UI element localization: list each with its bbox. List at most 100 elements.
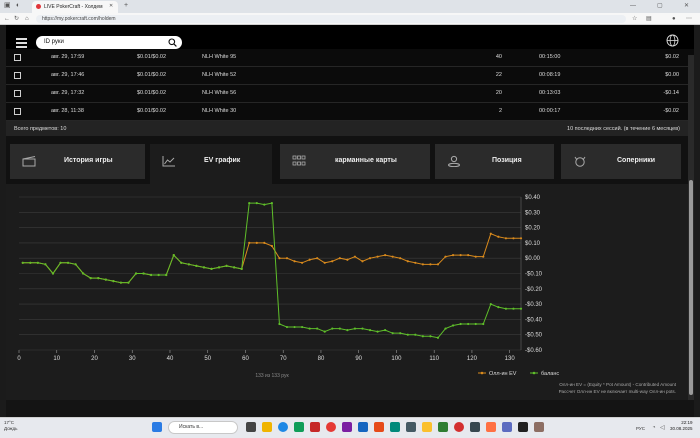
series-point-0 [263, 241, 266, 244]
series-point-0 [429, 263, 432, 266]
app-icon-brown[interactable] [534, 422, 544, 432]
series-point-0 [308, 258, 311, 261]
edge-browser-icon[interactable] [278, 422, 288, 432]
series-point-1 [210, 267, 213, 271]
tab-pocket-cards[interactable]: карманные карты [280, 144, 430, 179]
taskbar-search-input[interactable]: Искать в... [168, 421, 238, 434]
hand-id-search-input[interactable]: ID руки [36, 36, 182, 49]
app-icon-circle[interactable] [454, 422, 464, 432]
refresh-icon[interactable]: ↻ [14, 15, 19, 23]
session-result: $0.02 [665, 54, 679, 60]
tab-ev-graph[interactable]: EV график [150, 144, 272, 184]
volume-icon[interactable]: ◁ [660, 424, 665, 432]
app-icon-teal[interactable] [390, 422, 400, 432]
wifi-icon[interactable]: ◔ [652, 424, 656, 432]
row-checkbox[interactable] [14, 72, 21, 79]
app-icon-orange[interactable] [374, 422, 384, 432]
profile-icon[interactable]: ● [672, 15, 676, 23]
app-icon-purple[interactable] [342, 422, 352, 432]
session-hands: 22 [495, 72, 502, 78]
tab-game-history[interactable]: История игры [10, 144, 145, 179]
series-point-1 [368, 329, 372, 332]
series-point-0 [346, 258, 349, 261]
url-field[interactable]: https://my.pokercraft.com/holdem [36, 15, 626, 23]
globe-icon[interactable] [666, 34, 679, 47]
session-stakes: $0.01/$0.02 [137, 54, 167, 60]
series-point-1 [104, 278, 107, 281]
browser-menu-icon[interactable]: ▣ [4, 2, 11, 10]
row-checkbox[interactable] [14, 108, 21, 115]
total-items-label: Всего предметов: 10 [14, 126, 67, 132]
x-tick-label: 50 [204, 356, 211, 362]
start-button-icon[interactable] [152, 422, 162, 432]
session-row[interactable]: авг. 28, 11:38 $0.01/$0.02 NLH White 30 2 00… [6, 103, 694, 121]
system-clock[interactable]: 22:19 30.08.2025 [670, 420, 693, 432]
series-point-0 [459, 254, 462, 257]
minimize-icon[interactable]: — [630, 2, 636, 10]
hamburger-menu-icon[interactable] [16, 37, 27, 48]
series-point-1 [150, 273, 153, 277]
app-icon-yellow[interactable] [422, 422, 432, 432]
series-point-1 [459, 322, 462, 326]
session-row[interactable]: авг. 29, 17:59 $0.01/$0.02 NLH White 95 40 0… [6, 49, 694, 67]
session-row[interactable]: авг. 29, 17:32 $0.01/$0.02 NLH White 56 20 0… [6, 85, 694, 103]
tab-opponents[interactable]: Соперники [561, 144, 681, 179]
series-point-1 [338, 327, 341, 330]
series-point-1 [89, 276, 92, 280]
totals-bar: Всего предметов: 10 10 последних сессий.… [6, 121, 694, 136]
more-menu-icon[interactable]: ⋯ [686, 15, 692, 23]
app-icon-gray[interactable] [406, 422, 416, 432]
tab-close-icon[interactable]: ✕ [109, 2, 113, 10]
home-icon[interactable]: ⌂ [25, 15, 29, 23]
session-table: NLH White 30 [202, 108, 237, 114]
collections-icon[interactable]: ▤ [646, 15, 652, 23]
series-point-0 [474, 255, 477, 258]
series-point-1 [293, 325, 296, 329]
series-point-0 [406, 260, 409, 263]
search-icon[interactable] [168, 38, 177, 47]
opera-icon[interactable] [326, 422, 336, 432]
weather-widget[interactable]: 17°C Дождь [4, 420, 18, 432]
app-icon-coral[interactable] [486, 422, 496, 432]
series-point-1 [429, 335, 432, 338]
maximize-icon[interactable]: ▢ [657, 2, 663, 10]
app-icon-dark[interactable] [470, 422, 480, 432]
session-date: авг. 29, 17:32 [51, 90, 85, 96]
back-icon[interactable]: ← [4, 15, 10, 23]
app-icon-green[interactable] [438, 422, 448, 432]
file-explorer-icon[interactable] [262, 422, 272, 432]
tab-position[interactable]: Позиция [435, 144, 554, 179]
tab-favicon-icon [36, 4, 41, 9]
store-icon[interactable] [294, 422, 304, 432]
browser-tab[interactable]: LIVE PokerCraft - Холдем [32, 1, 118, 13]
series-line-1 [22, 202, 521, 339]
series-point-1 [255, 202, 258, 205]
new-tab-icon[interactable]: + [124, 2, 128, 10]
tab-label: История игры [64, 157, 113, 164]
session-row[interactable]: авг. 29, 17:46 $0.01/$0.02 NLH White 52 22 0… [6, 67, 694, 85]
task-view-icon[interactable] [246, 422, 256, 432]
x-tick-label: 100 [391, 356, 402, 362]
y-tick-label: $0.30 [525, 210, 541, 216]
row-checkbox[interactable] [14, 54, 21, 61]
series-point-0 [331, 260, 334, 263]
series-point-1 [112, 280, 115, 283]
window-close-icon[interactable]: ✕ [684, 2, 689, 10]
series-point-1 [300, 325, 304, 329]
app-icon-black[interactable] [518, 422, 528, 432]
favorite-icon[interactable]: ☆ [632, 15, 637, 23]
sessions-summary-label: 10 последних сессий. (в течение 6 месяце… [567, 126, 680, 132]
app-icon-red[interactable] [310, 422, 320, 432]
y-tick-label: -$0.40 [525, 317, 543, 323]
y-tick-label: $0.10 [525, 241, 541, 247]
session-hands: 2 [498, 108, 502, 114]
browser-extension-icon[interactable]: ◐ [16, 2, 20, 10]
app-icon-indigo[interactable] [502, 422, 512, 432]
row-checkbox[interactable] [14, 90, 21, 97]
scrollbar-thumb[interactable] [689, 180, 693, 395]
app-icon-blue[interactable] [358, 422, 368, 432]
tab-label: Соперники [617, 157, 656, 164]
series-point-1 [240, 267, 243, 271]
series-point-1 [66, 261, 70, 264]
input-language[interactable]: РУС [636, 426, 645, 431]
